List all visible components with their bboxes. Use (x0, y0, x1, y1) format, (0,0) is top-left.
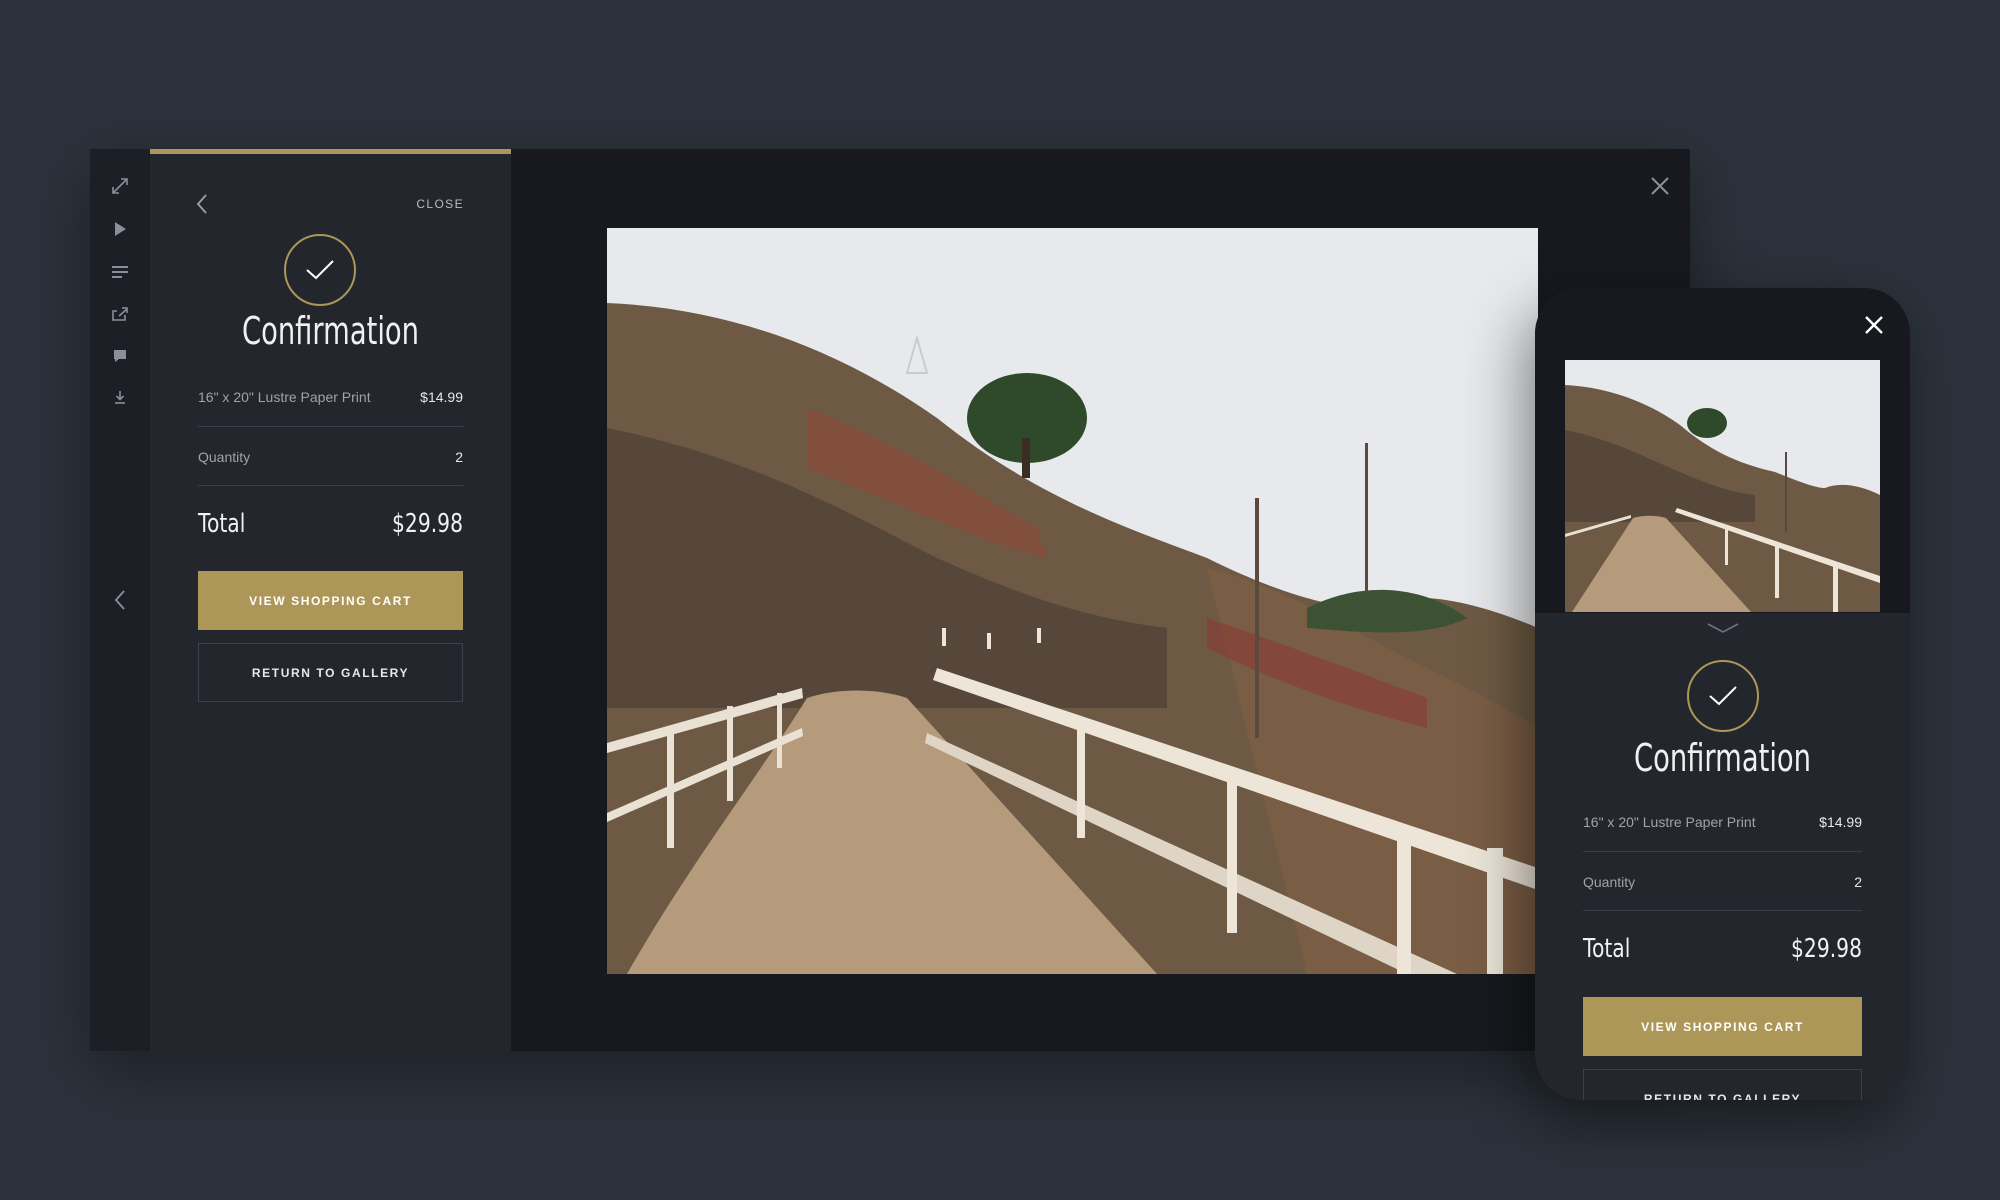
check-circle (1687, 660, 1759, 732)
item-row: 16" x 20" Lustre Paper Print $14.99 (1583, 810, 1862, 834)
chevron-left-icon[interactable] (90, 585, 150, 615)
total-label: Total (1583, 934, 1631, 964)
divider (1583, 910, 1862, 911)
close-icon[interactable] (1861, 312, 1887, 338)
item-label: 16" x 20" Lustre Paper Print (198, 389, 371, 405)
item-price: $14.99 (1819, 814, 1862, 830)
total-row: Total $29.98 (198, 506, 463, 542)
divider (1583, 851, 1862, 852)
total-row: Total $29.98 (1583, 931, 1862, 967)
confirmation-title: Confirmation (241, 309, 420, 353)
share-icon[interactable] (90, 299, 150, 329)
icon-rail (90, 149, 150, 1051)
quantity-row: Quantity 2 (1583, 870, 1862, 894)
chevron-down-icon[interactable] (1706, 621, 1740, 633)
return-to-gallery-button[interactable]: RETURN TO GALLERY (1583, 1069, 1862, 1100)
menu-icon[interactable] (90, 257, 150, 287)
back-button[interactable] (190, 189, 214, 219)
checkmark-icon (306, 260, 334, 280)
checkmark-icon (1709, 686, 1737, 706)
quantity-label: Quantity (198, 449, 251, 465)
close-icon[interactable] (1648, 174, 1672, 198)
return-to-gallery-button[interactable]: RETURN TO GALLERY (198, 643, 463, 702)
view-shopping-cart-button[interactable]: VIEW SHOPPING CART (1583, 997, 1862, 1056)
confirmation-panel: CLOSE Confirmation 16" x 20" Lustre Pape… (150, 149, 511, 1051)
total-value: $29.98 (1791, 934, 1862, 964)
divider (198, 426, 463, 427)
main-photo (607, 228, 1538, 974)
quantity-value: 2 (455, 449, 463, 465)
total-value: $29.98 (392, 509, 463, 539)
play-icon[interactable] (90, 214, 150, 244)
item-row: 16" x 20" Lustre Paper Print $14.99 (198, 385, 463, 409)
progress-bar (150, 149, 511, 154)
quantity-label: Quantity (1583, 874, 1636, 890)
view-shopping-cart-button[interactable]: VIEW SHOPPING CART (198, 571, 463, 630)
item-label: 16" x 20" Lustre Paper Print (1583, 814, 1756, 830)
comment-icon[interactable] (90, 341, 150, 371)
check-circle (284, 234, 356, 306)
mobile-device: Confirmation 16" x 20" Lustre Paper Prin… (1535, 288, 1910, 1100)
fullscreen-icon[interactable] (90, 171, 150, 201)
divider (198, 485, 463, 486)
mobile-photo (1565, 360, 1880, 612)
item-price: $14.99 (420, 389, 463, 405)
chevron-left-icon (196, 194, 207, 214)
download-icon[interactable] (90, 382, 150, 412)
total-label: Total (198, 509, 246, 539)
quantity-value: 2 (1854, 874, 1862, 890)
close-link[interactable]: CLOSE (416, 189, 464, 219)
quantity-row: Quantity 2 (198, 445, 463, 469)
confirmation-title: Confirmation (1633, 736, 1812, 780)
